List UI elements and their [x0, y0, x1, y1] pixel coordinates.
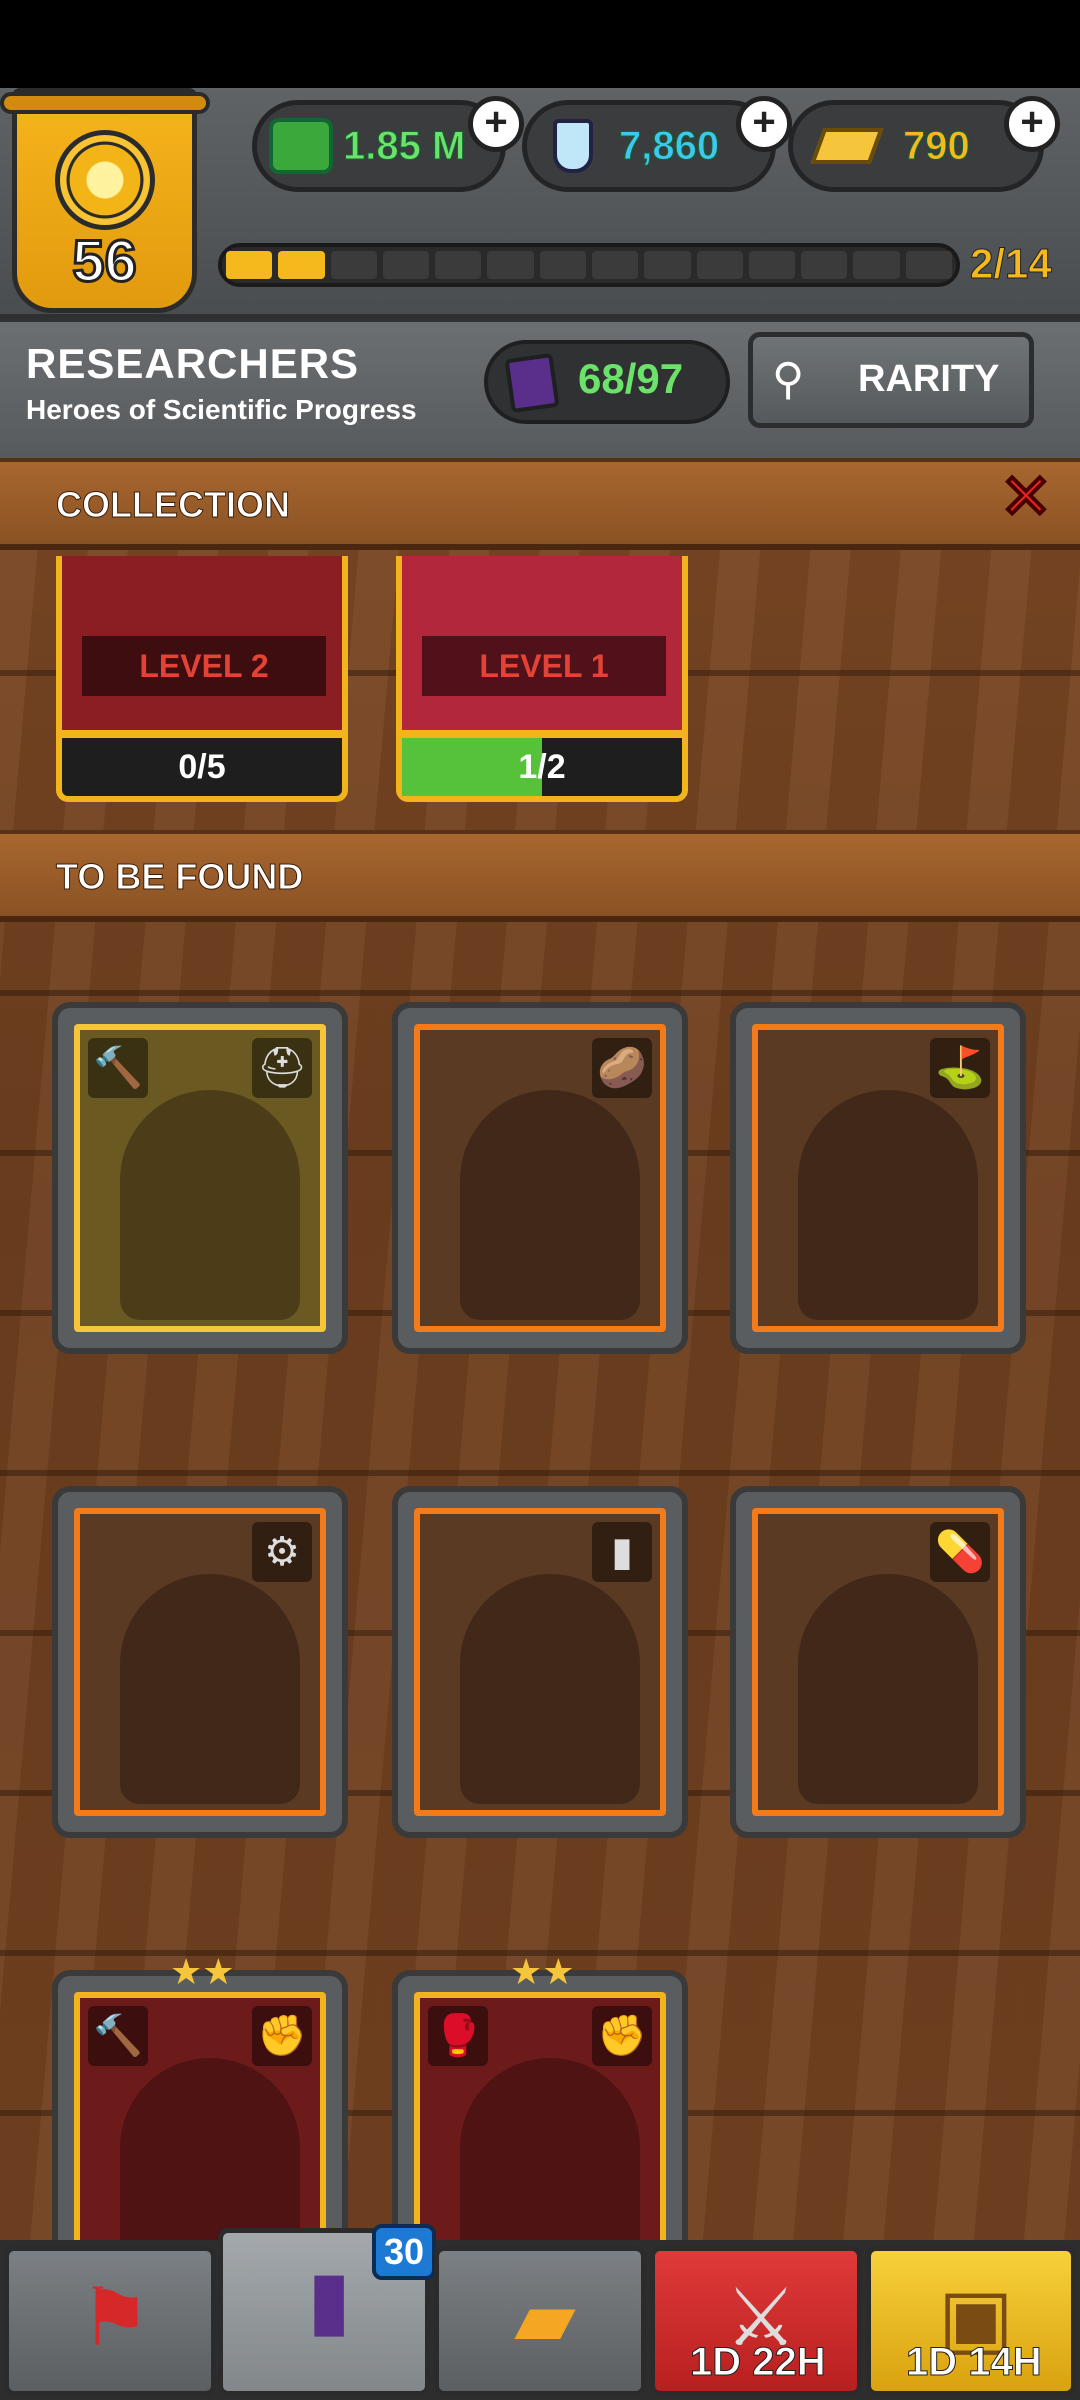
unfound-card[interactable]: ⛳ — [730, 1002, 1026, 1354]
progress-segment — [853, 251, 900, 279]
add-gold-button[interactable]: + — [1004, 96, 1060, 152]
boxing-glove-icon: 🥊 — [428, 2006, 488, 2066]
progress-segment — [382, 251, 430, 279]
unfound-card[interactable]: 🔨 ⛑ — [52, 1002, 348, 1354]
miner-helmet-icon: ⛑ — [252, 1038, 312, 1098]
collection-header: COLLECTION — [0, 458, 1080, 550]
flag-icon: ⚑ — [79, 2271, 151, 2364]
hero-silhouette — [460, 1574, 640, 1804]
hero-silhouette — [798, 1090, 978, 1320]
gear-icon: ⚙ — [252, 1522, 312, 1582]
progress-segment — [487, 251, 534, 279]
gold-value: 790 — [903, 123, 971, 168]
progress-segment — [591, 251, 639, 279]
player-level: 56 — [71, 228, 139, 296]
collection-title: COLLECTION — [56, 484, 291, 526]
cards-badge: 30 — [372, 2224, 436, 2280]
add-science-button[interactable]: + — [736, 96, 792, 152]
category-subtitle: Heroes of Scientific Progress — [26, 394, 417, 425]
hammer-icon: 🔨 — [88, 1038, 148, 1098]
progress-segment — [226, 251, 273, 279]
unfound-card[interactable]: ▮ — [392, 1486, 688, 1838]
gold-bar-icon — [810, 128, 884, 164]
flask-icon — [553, 119, 593, 173]
rarity-label: RARITY — [858, 358, 1000, 400]
status-bar — [0, 0, 1080, 88]
progress-segment — [644, 251, 691, 279]
sun-medal-icon — [55, 130, 155, 230]
progress-segment — [748, 251, 796, 279]
card-progress-bar: 1/2 — [396, 732, 688, 802]
unfound-card[interactable]: 🥔 — [392, 1002, 688, 1354]
hero-silhouette — [798, 1574, 978, 1804]
to-be-found-title: TO BE FOUND — [55, 856, 304, 898]
banner-rod — [0, 92, 210, 114]
star-icon: ★★ — [510, 1952, 575, 1993]
search-icon: ⚲ — [772, 354, 805, 405]
progress-text: 2/14 — [970, 240, 1053, 288]
progress-segment — [278, 251, 325, 279]
unfound-card[interactable]: 🥊 ✊ — [392, 1970, 688, 2270]
progress-segment — [330, 251, 377, 279]
cash-value: 1.85 M — [342, 123, 466, 168]
progress-segment — [905, 251, 952, 279]
cash-icon — [269, 118, 333, 174]
nav-folder-button[interactable]: ▰ — [434, 2246, 646, 2396]
hero-silhouette — [460, 2058, 640, 2242]
card-art: LEVEL 2 — [56, 556, 348, 736]
card-progress-bar: 0/5 — [56, 732, 348, 802]
cards-icon — [504, 352, 560, 414]
chest-timer: 1D 14H — [906, 2340, 1043, 2385]
progress-segment — [435, 251, 482, 279]
science-value: 7,860 — [618, 123, 720, 168]
fist-icon: ✊ — [252, 2006, 312, 2066]
add-cash-button[interactable]: + — [468, 96, 524, 152]
to-be-found-header: TO BE FOUND — [0, 830, 1080, 922]
progress-segment — [801, 251, 848, 279]
folder-icon: ▰ — [514, 2271, 576, 2364]
battle-timer: 1D 22H — [690, 2340, 827, 2385]
star-icon: ★★ — [170, 1952, 235, 1993]
cash-counter[interactable]: 1.85 M — [252, 100, 506, 192]
hammer-icon: 🔨 — [88, 2006, 148, 2066]
stage-progress-bar — [218, 243, 960, 287]
hero-silhouette — [460, 1090, 640, 1320]
category-title: RESEARCHERS — [26, 340, 360, 387]
pill-icon: 💊 — [930, 1522, 990, 1582]
ammo-icon: ▮ — [592, 1522, 652, 1582]
card-level: LEVEL 1 — [422, 636, 666, 696]
potato-icon: 🥔 — [592, 1038, 652, 1098]
card-progress-text: 1/2 — [518, 748, 566, 786]
nav-map-button[interactable]: ⚑ — [4, 2246, 216, 2396]
hero-silhouette — [120, 2058, 300, 2242]
fist-icon: ✊ — [592, 2006, 652, 2066]
hero-silhouette — [120, 1574, 300, 1804]
card-count: 68/97 — [578, 355, 684, 402]
golf-icon: ⛳ — [930, 1038, 990, 1098]
unfound-card[interactable]: 🔨 ✊ — [52, 1970, 348, 2270]
card-progress-text: 0/5 — [178, 748, 226, 786]
hero-silhouette — [120, 1090, 300, 1320]
close-icon[interactable]: ✕ — [999, 460, 1053, 533]
card-art: LEVEL 1 — [396, 556, 688, 736]
progress-segment — [696, 251, 743, 279]
progress-segment — [539, 251, 586, 279]
unfound-card[interactable]: ⚙ — [52, 1486, 348, 1838]
unfound-card[interactable]: 💊 — [730, 1486, 1026, 1838]
card-level: LEVEL 2 — [82, 636, 326, 696]
